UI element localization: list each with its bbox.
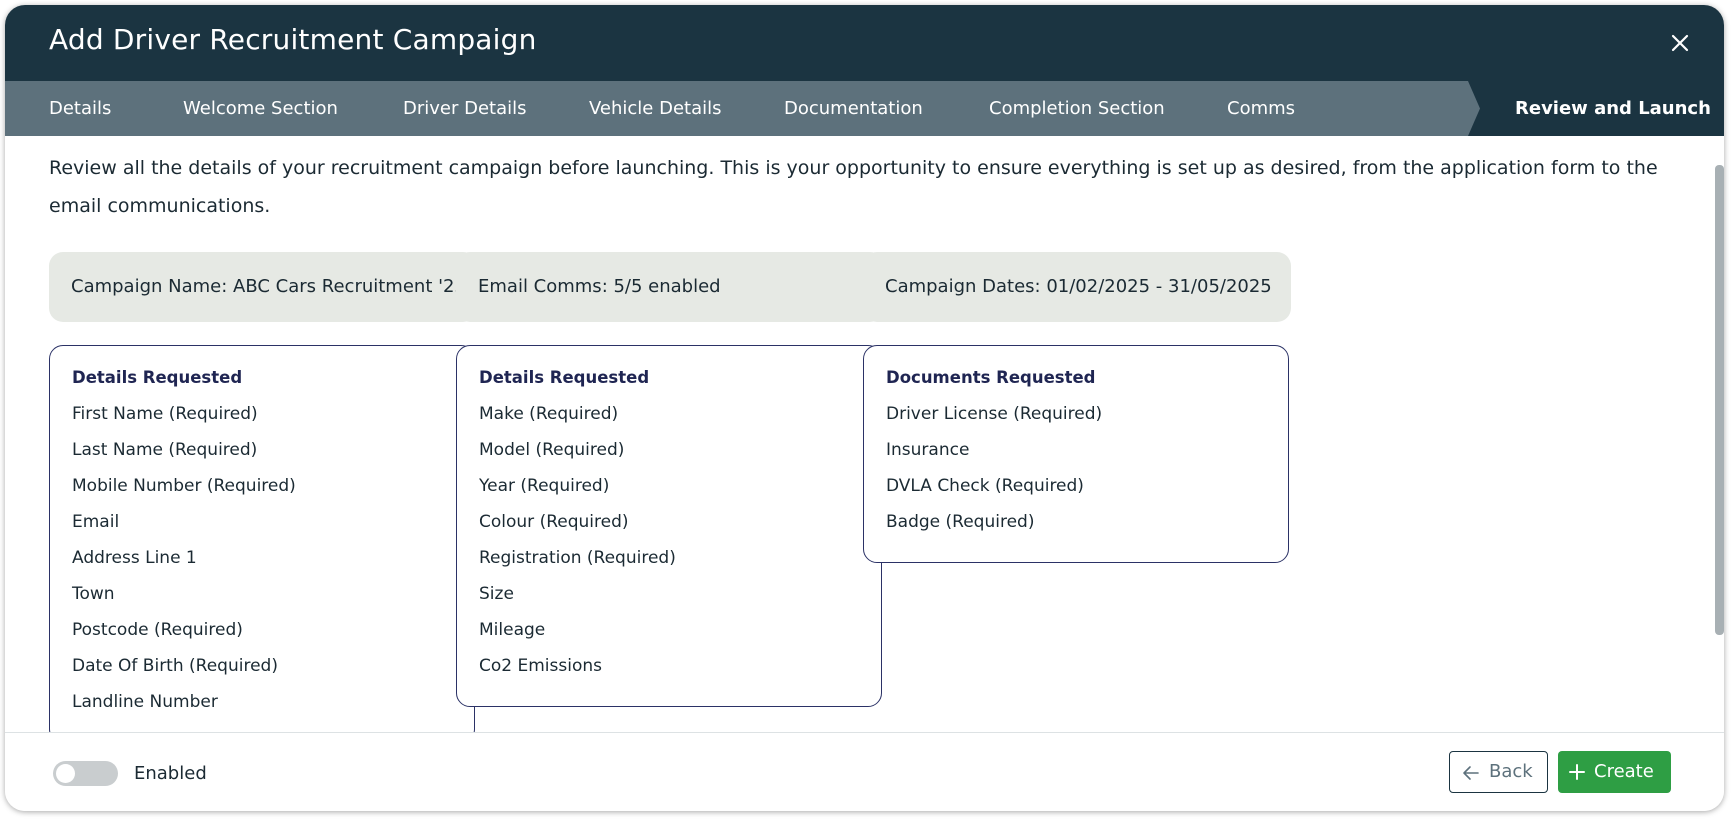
campaign-name-text: Campaign Name: ABC Cars Recruitment '25 (71, 276, 466, 297)
create-label: Create (1594, 761, 1654, 782)
card-heading: Documents Requested (886, 368, 1096, 387)
list-item: First Name (Required) (72, 404, 258, 424)
back-button[interactable]: Back (1449, 751, 1548, 793)
toggle-knob (56, 764, 75, 783)
list-item: Registration (Required) (479, 548, 676, 568)
list-item: Badge (Required) (886, 512, 1035, 532)
list-item: Driver License (Required) (886, 404, 1103, 424)
list-item: DVLA Check (Required) (886, 476, 1084, 496)
enabled-label: Enabled (134, 763, 207, 784)
list-item: Co2 Emissions (479, 656, 602, 676)
create-button[interactable]: Create (1558, 751, 1671, 793)
list-item: Size (479, 584, 514, 604)
list-item: Landline Number (72, 692, 218, 712)
email-comms-summary: Email Comms: 5/5 enabled (456, 252, 884, 322)
list-item: Insurance (886, 440, 970, 460)
list-item: Town (72, 584, 115, 604)
modal-header: Add Driver Recruitment Campaign (5, 5, 1724, 81)
email-comms-text: Email Comms: 5/5 enabled (478, 276, 721, 297)
tab-documentation[interactable]: Documentation (784, 81, 923, 136)
driver-details-card: Details Requested First Name (Required) … (49, 345, 475, 732)
list-item: Date Of Birth (Required) (72, 656, 278, 676)
list-item: Mobile Number (Required) (72, 476, 296, 496)
list-item: Year (Required) (479, 476, 610, 496)
back-label: Back (1489, 761, 1533, 782)
modal-title: Add Driver Recruitment Campaign (49, 23, 537, 56)
modal-footer: Enabled Back Create (5, 732, 1724, 811)
review-content: Review all the details of your recruitme… (5, 136, 1724, 732)
tab-vehicle-details[interactable]: Vehicle Details (589, 81, 722, 136)
close-icon (1671, 34, 1689, 52)
list-item: Last Name (Required) (72, 440, 258, 460)
enabled-toggle[interactable] (53, 761, 118, 786)
campaign-dates-summary: Campaign Dates: 01/02/2025 - 31/05/2025 (863, 252, 1291, 322)
intro-text: Review all the details of your recruitme… (49, 157, 1658, 217)
tab-comms[interactable]: Comms (1227, 81, 1295, 136)
arrow-left-icon (1463, 766, 1479, 780)
tab-driver-details[interactable]: Driver Details (403, 81, 527, 136)
close-button[interactable] (1668, 31, 1692, 55)
campaign-modal: Add Driver Recruitment Campaign Details … (5, 5, 1724, 811)
plus-icon (1569, 764, 1585, 780)
wizard-tabs: Details Welcome Section Driver Details V… (5, 81, 1724, 136)
tab-review-and-launch[interactable]: Review and Launch (1468, 81, 1724, 136)
tab-completion-section[interactable]: Completion Section (989, 81, 1165, 136)
campaign-name-summary: Campaign Name: ABC Cars Recruitment '25 (49, 252, 477, 322)
list-item: Model (Required) (479, 440, 625, 460)
tab-welcome-section[interactable]: Welcome Section (183, 81, 338, 136)
card-heading: Details Requested (72, 368, 243, 387)
card-heading: Details Requested (479, 368, 650, 387)
campaign-dates-text: Campaign Dates: 01/02/2025 - 31/05/2025 (885, 276, 1272, 297)
tab-details[interactable]: Details (49, 81, 111, 136)
list-item: Postcode (Required) (72, 620, 243, 640)
list-item: Email (72, 512, 120, 532)
list-item: Address Line 1 (72, 548, 197, 568)
content-scrollbar[interactable] (1715, 165, 1724, 635)
documents-card: Documents Requested Driver License (Requ… (863, 345, 1289, 563)
tab-review-and-launch-label: Review and Launch (1515, 98, 1711, 119)
list-item: Colour (Required) (479, 512, 629, 532)
vehicle-details-card: Details Requested Make (Required) Model … (456, 345, 882, 707)
list-item: Make (Required) (479, 404, 619, 424)
list-item: Mileage (479, 620, 546, 640)
